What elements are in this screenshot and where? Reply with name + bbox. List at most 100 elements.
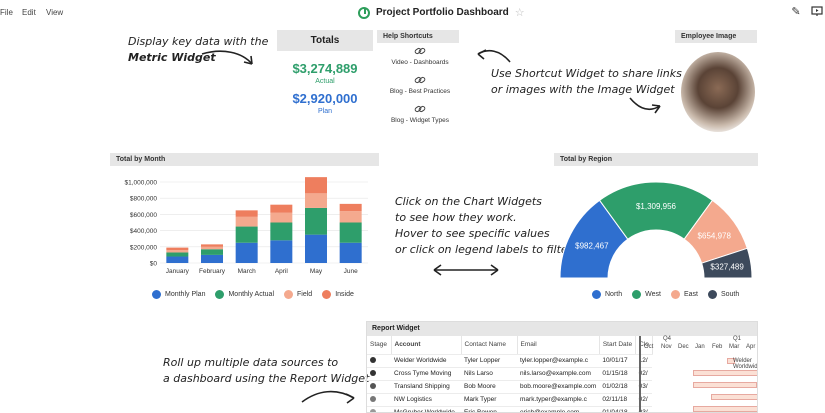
gantt-month: Apr bbox=[746, 344, 756, 350]
y-tick-label: $800,000 bbox=[130, 196, 157, 203]
contact-cell: Tyler Lopper bbox=[461, 354, 517, 368]
table-row[interactable]: Transland Shipping Bob Moore bob.moore@exa… bbox=[367, 380, 653, 394]
bar-field[interactable] bbox=[305, 193, 327, 208]
legend-label: Inside bbox=[335, 291, 354, 298]
y-tick-label: $1,000,000 bbox=[124, 180, 157, 187]
account-cell: Welder Worldwide bbox=[391, 354, 461, 368]
stage-cell bbox=[367, 380, 391, 394]
legend-inside[interactable]: Inside bbox=[322, 290, 354, 299]
totals-metric-widget[interactable]: Totals $3,274,889 Actual $2,920,000 Plan bbox=[277, 30, 373, 115]
bar-inside[interactable] bbox=[339, 203, 362, 212]
col-email[interactable]: Email bbox=[517, 336, 600, 355]
chart-note-line-4: or click on legend labels to filter bbox=[395, 243, 573, 256]
bar-inside[interactable] bbox=[166, 247, 189, 251]
report-widget-note: Roll up multiple data sources to a dashb… bbox=[163, 355, 369, 387]
bar-monthly-actual[interactable] bbox=[305, 207, 327, 235]
gantt-bar[interactable] bbox=[711, 394, 757, 400]
bar-monthly-actual[interactable] bbox=[235, 226, 258, 243]
account-cell: McGruber Worldwide bbox=[391, 406, 461, 412]
bar-monthly-actual[interactable] bbox=[166, 252, 189, 257]
employee-photo[interactable] bbox=[681, 52, 755, 132]
start-date-cell: 01/15/18 bbox=[599, 367, 636, 381]
legend-north[interactable]: North bbox=[592, 290, 622, 299]
col-start-date[interactable]: Start Date bbox=[599, 336, 637, 355]
total-by-region-chart[interactable]: $982,467 $1,309,956 $654,978 $327,489 bbox=[554, 170, 758, 282]
table-row[interactable]: Cross Tyme Moving Nils Larso nils.larso@ex… bbox=[367, 367, 653, 381]
start-date-cell: 01/04/18 bbox=[599, 406, 636, 412]
actual-value: $3,274,889 bbox=[292, 61, 358, 76]
shortcut-blog-best-practices[interactable]: Blog - Best Practices bbox=[383, 75, 457, 95]
stage-icon bbox=[370, 382, 376, 389]
legend-field[interactable]: Field bbox=[284, 290, 312, 299]
bar-monthly-plan[interactable] bbox=[201, 254, 223, 263]
gantt-month: Feb bbox=[712, 344, 723, 350]
table-row[interactable]: McGruber Worldwide Eric Bowen ericb@exampl… bbox=[367, 406, 653, 412]
chart-note-line-1: Click on the Chart Widgets bbox=[395, 195, 542, 208]
legend-east[interactable]: East bbox=[670, 290, 698, 299]
report-widget[interactable]: Report Widget Stage Account Contact Name… bbox=[366, 321, 758, 413]
bar-monthly-plan[interactable] bbox=[270, 240, 293, 263]
legend-west[interactable]: West bbox=[632, 290, 661, 299]
image-note-arrow bbox=[629, 97, 661, 114]
total-by-month-chart[interactable]: $1,000,000 $800,000 $600,000 $400,000 $200,0… bbox=[110, 170, 380, 282]
slice-label: $982,467 bbox=[575, 241, 609, 250]
shortcut-video-dashboards[interactable]: Video - Dashboards bbox=[383, 46, 457, 66]
start-date-cell: 10/01/17 bbox=[599, 354, 636, 368]
bar-monthly-plan[interactable] bbox=[166, 256, 189, 263]
col-stage[interactable]: Stage bbox=[367, 336, 392, 355]
col-contact-name[interactable]: Contact Name bbox=[461, 336, 518, 355]
shortcut-blog-widget-types[interactable]: Blog - Widget Types bbox=[383, 104, 457, 124]
legend-dot bbox=[670, 290, 680, 299]
gantt-chart[interactable]: Q4 Q1 Oct Nov Dec Jan Feb Mar Apr Welder World… bbox=[639, 336, 757, 412]
legend-label: Field bbox=[297, 291, 313, 298]
col-account[interactable]: Account bbox=[391, 336, 462, 355]
legend-south[interactable]: South bbox=[707, 290, 739, 299]
gantt-bar[interactable] bbox=[693, 370, 757, 376]
bar-field[interactable] bbox=[339, 211, 362, 223]
legend-dot bbox=[215, 290, 225, 299]
y-tick-label: $600,000 bbox=[130, 212, 157, 219]
chart-note-line-3: Hover to see specific values bbox=[395, 227, 550, 240]
menu-view[interactable]: View bbox=[46, 8, 63, 17]
slice-label: $1,309,956 bbox=[636, 202, 677, 211]
bar-field[interactable] bbox=[270, 212, 293, 223]
start-date-cell: 02/11/18 bbox=[599, 393, 636, 407]
stage-icon bbox=[370, 369, 376, 376]
table-row[interactable]: Welder Worldwide Tyler Lopper tyler.lopper… bbox=[367, 354, 653, 368]
total-by-month-title: Total by Month bbox=[110, 153, 379, 166]
bar-monthly-plan[interactable] bbox=[235, 242, 258, 263]
bar-field[interactable] bbox=[235, 216, 258, 227]
x-tick-label: May bbox=[310, 268, 323, 275]
bar-monthly-actual[interactable] bbox=[270, 222, 293, 241]
bar-inside[interactable] bbox=[235, 210, 258, 217]
bar-monthly-actual[interactable] bbox=[201, 249, 223, 255]
edit-pencil-icon[interactable]: ✎ bbox=[789, 5, 803, 19]
gantt-bar[interactable] bbox=[693, 382, 757, 388]
menu-edit[interactable]: Edit bbox=[22, 8, 36, 17]
gantt-bar[interactable] bbox=[693, 406, 757, 412]
favorite-star-icon[interactable]: ☆ bbox=[515, 6, 525, 19]
legend-label: Monthly Actual bbox=[228, 291, 274, 298]
bar-inside[interactable] bbox=[201, 244, 223, 247]
month-chart-legend: Monthly Plan Monthly Actual Field Inside bbox=[152, 290, 354, 299]
shortcut-label: Video - Dashboards bbox=[391, 59, 449, 66]
legend-dot bbox=[632, 290, 642, 299]
bar-inside[interactable] bbox=[270, 204, 293, 213]
bar-inside[interactable] bbox=[305, 177, 327, 194]
legend-monthly-plan[interactable]: Monthly Plan bbox=[152, 290, 205, 299]
shortcut-label: Blog - Widget Types bbox=[390, 117, 450, 124]
stage-icon bbox=[370, 356, 376, 363]
bar-field[interactable] bbox=[166, 250, 189, 253]
bar-monthly-plan[interactable] bbox=[339, 242, 362, 263]
metric-note-arrow bbox=[201, 50, 253, 65]
account-cell: Transland Shipping bbox=[391, 380, 461, 394]
bar-monthly-plan[interactable] bbox=[305, 234, 327, 263]
email-cell: tyler.lopper@example.c bbox=[517, 354, 600, 368]
bar-field[interactable] bbox=[201, 246, 223, 250]
present-screen-icon[interactable] bbox=[810, 5, 824, 19]
table-row[interactable]: NW Logistics Mark Typer mark.typer@example… bbox=[367, 393, 653, 407]
legend-monthly-actual[interactable]: Monthly Actual bbox=[215, 290, 274, 299]
bar-monthly-actual[interactable] bbox=[339, 222, 362, 243]
menu-file[interactable]: File bbox=[0, 8, 13, 17]
plan-value: $2,920,000 bbox=[292, 91, 358, 106]
